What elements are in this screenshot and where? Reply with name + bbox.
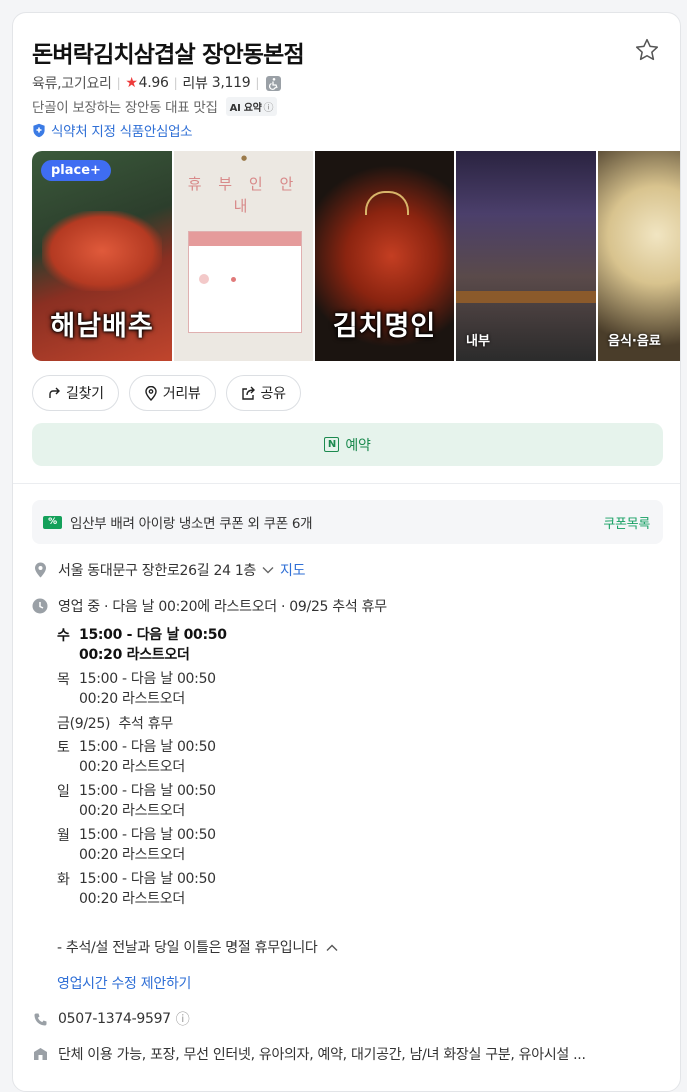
accessibility-icon bbox=[266, 75, 282, 91]
status-summary: 영업 중 · 다음 날 00:20에 라스트오더 · 09/25 추석 휴무 bbox=[58, 599, 387, 615]
kimchi-image bbox=[42, 211, 162, 291]
map-link[interactable]: 지도 bbox=[280, 560, 305, 580]
chevron-down-icon[interactable] bbox=[262, 562, 274, 578]
photo-label: 김치명인 bbox=[332, 311, 437, 342]
photo-label: 음식·음료 bbox=[608, 334, 661, 349]
address-row: 서울 동대문구 장한로26길 24 1층 지도 bbox=[32, 560, 306, 580]
info-icon: ⓘ bbox=[263, 102, 274, 114]
streetview-button[interactable]: 거리뷰 bbox=[128, 375, 216, 411]
place-card: 돈벼락김치삼겹살 장안동본점 육류,고기요리 | ★ 4.96 | 리뷰 3,1… bbox=[12, 12, 681, 1092]
coupon-banner[interactable]: % 임산부 배려 아이랑 냉소면 쿠폰 외 쿠폰 6개 쿠폰목록 bbox=[32, 500, 663, 544]
streetview-label: 거리뷰 bbox=[162, 386, 201, 402]
reserve-button[interactable]: N 예약 bbox=[32, 423, 663, 466]
photo-kimchi-cabbage[interactable]: place+ 해남배추 bbox=[32, 151, 172, 361]
rating-star-icon: ★ bbox=[125, 75, 138, 91]
coupon-text: 임산부 배려 아이랑 냉소면 쿠폰 외 쿠폰 6개 bbox=[70, 516, 313, 532]
notice-title: 휴 부 인 안 내 bbox=[187, 175, 300, 215]
calendar-icon bbox=[188, 231, 302, 333]
share-icon bbox=[241, 386, 255, 400]
logo-mark: ● bbox=[240, 154, 248, 162]
facilities-text: 단체 이용 가능, 포장, 무선 인터넷, 유아의자, 예약, 대기공간, 남/… bbox=[58, 1047, 586, 1063]
holiday-note[interactable]: - 추석/설 전날과 당일 이틀은 명절 휴무입니다 bbox=[57, 937, 657, 957]
photo-label: 내부 bbox=[466, 334, 490, 349]
photo-notice[interactable]: ● 휴 부 인 안 내 bbox=[174, 151, 313, 361]
place-plus-badge: place+ bbox=[41, 160, 111, 181]
place-title[interactable]: 돈벼락김치삼겹살 장안동본점 bbox=[32, 35, 305, 69]
reserve-label: 예약 bbox=[345, 437, 371, 454]
logo-arc bbox=[365, 191, 409, 215]
place-description: 단골이 보장하는 장안동 대표 맛집 AI 요약 ⓘ bbox=[32, 96, 278, 116]
safety-certification[interactable]: 식약처 지정 식품안심업소 bbox=[32, 120, 193, 140]
coupon-list-link[interactable]: 쿠폰목록 bbox=[603, 513, 650, 532]
phone-row: 0507-1374-9597 ⓘ bbox=[32, 1009, 190, 1029]
share-label: 공유 bbox=[260, 386, 286, 402]
section-divider bbox=[13, 483, 680, 484]
review-count[interactable]: 3,119 bbox=[212, 75, 251, 91]
directions-button[interactable]: 길찾기 bbox=[32, 375, 119, 411]
clock-icon bbox=[32, 598, 48, 614]
review-label[interactable]: 리뷰 bbox=[182, 73, 207, 93]
directions-icon bbox=[49, 387, 60, 398]
business-status-row[interactable]: 영업 중 · 다음 날 00:20에 라스트오더 · 09/25 추석 휴무 bbox=[32, 596, 387, 616]
photo-interior[interactable]: 내부 bbox=[456, 151, 596, 361]
photo-strip: place+ 해남배추 ● 휴 부 인 안 내 김치명인 내부 음식·음료 bbox=[32, 151, 680, 361]
favorite-star-icon[interactable] bbox=[634, 37, 660, 63]
coupon-icon: % bbox=[43, 515, 62, 529]
info-icon[interactable]: ⓘ bbox=[176, 1009, 190, 1029]
photo-food[interactable]: 음식·음료 bbox=[598, 151, 680, 361]
place-meta: 육류,고기요리 | ★ 4.96 | 리뷰 3,119 | bbox=[32, 73, 282, 93]
safety-label[interactable]: 식약처 지정 식품안심업소 bbox=[51, 120, 193, 140]
phone-number[interactable]: 0507-1374-9597 bbox=[58, 1011, 171, 1027]
action-buttons: 길찾기 거리뷰 공유 bbox=[32, 375, 301, 411]
directions-label: 길찾기 bbox=[66, 386, 104, 402]
address-text[interactable]: 서울 동대문구 장한로26길 24 1층 bbox=[58, 560, 256, 580]
naver-booking-icon: N bbox=[324, 437, 340, 452]
share-button[interactable]: 공유 bbox=[225, 375, 301, 411]
ai-summary-badge[interactable]: AI 요약 ⓘ bbox=[225, 96, 278, 116]
building-icon bbox=[32, 1046, 48, 1062]
phone-icon bbox=[32, 1011, 48, 1027]
suggest-hours-link[interactable]: 영업시간 수정 제안하기 bbox=[57, 973, 657, 993]
photo-kimchi-master[interactable]: 김치명인 bbox=[315, 151, 454, 361]
chevron-up-icon[interactable] bbox=[326, 940, 338, 956]
category: 육류,고기요리 bbox=[32, 76, 112, 92]
shield-icon bbox=[33, 123, 45, 137]
location-pin-icon bbox=[32, 562, 48, 578]
bar-counter bbox=[456, 291, 596, 303]
photo-label: 해남배추 bbox=[50, 311, 154, 342]
facilities-row[interactable]: 단체 이용 가능, 포장, 무선 인터넷, 유아의자, 예약, 대기공간, 남/… bbox=[32, 1044, 662, 1064]
rating-value: 4.96 bbox=[138, 75, 169, 91]
location-pin-icon bbox=[145, 385, 157, 401]
description-text: 단골이 보장하는 장안동 대표 맛집 bbox=[32, 100, 218, 116]
